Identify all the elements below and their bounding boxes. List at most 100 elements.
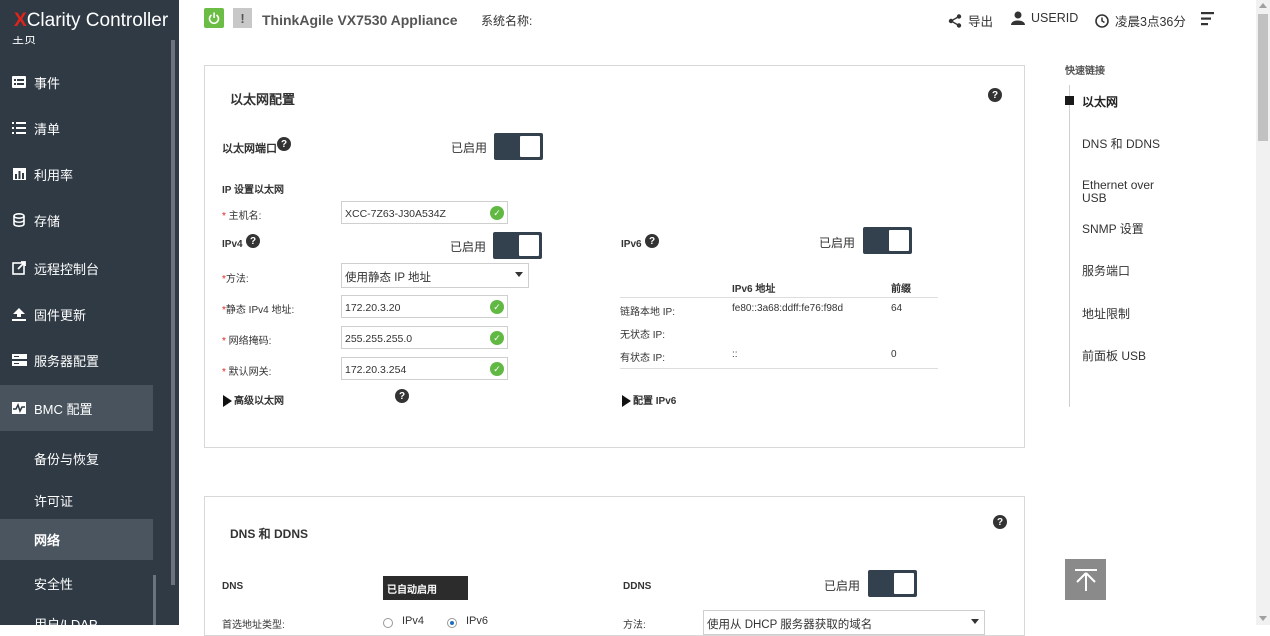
scroll-up-arrow-icon[interactable] [1259,3,1267,8]
sidebar-item-label: 利用率 [34,167,74,183]
hostname-field[interactable]: XCC-7Z63-J30A534Z ✓ [341,201,508,224]
main-content: 以太网配置 ? 以太网端口 ? 已启用 IP 设置以太网 * 主机名: XCC-… [179,40,1256,636]
ipv4-label: IPv4 [222,239,243,250]
arrow-up-icon [1074,568,1097,591]
events-icon [11,76,27,88]
valid-check-icon: ✓ [490,331,504,345]
scroll-down-arrow-icon[interactable] [1259,616,1267,621]
netmask-field[interactable]: 255.255.255.0 ✓ [341,326,508,349]
ddns-toggle[interactable] [868,570,917,597]
sidebar-divider [153,575,156,625]
sidebar: XClarity Controller 主页 事件 清单 利用率 存储 远程控制… [0,0,179,625]
help-icon[interactable]: ? [645,234,659,248]
sidebar-subitem-user-ldap[interactable]: 用户/LDAP [0,603,153,625]
table-header-prefix: 前缀 [891,284,911,295]
ddns-method-select[interactable]: 使用从 DHCP 服务器获取的域名 [703,610,985,635]
sidebar-subitem-backup-restore[interactable]: 备份与恢复 [0,438,153,479]
time-label: 凌晨3点36分 [1115,15,1186,29]
sidebar-item-label: 存储 [34,213,61,229]
warning-icon[interactable]: ! [233,8,252,28]
ethernet-port-enabled-label: 已启用 [451,141,488,155]
ethernet-port-label: 以太网端口 [222,143,277,155]
quick-links-rail [1069,85,1070,407]
share-icon [948,13,962,28]
user-menu[interactable]: USERID [1011,11,1078,25]
quicklink-address-restriction[interactable]: 地址限制 [1082,308,1130,321]
sidebar-item-events[interactable]: 事件 [0,59,153,105]
scrollbar-thumb[interactable] [1258,14,1268,141]
export-button[interactable]: 导出 [948,11,993,30]
ip-method-select[interactable]: 使用静态 IP 地址 [341,263,529,288]
table-row: 无状态 IP: [620,330,666,341]
ipv6-toggle[interactable] [863,227,912,254]
advanced-ethernet-expander[interactable]: 高级以太网 [223,392,284,408]
quicklink-front-panel-usb[interactable]: 前面板 USB [1082,350,1146,363]
sidebar-scrollbar[interactable] [171,40,175,585]
firmware-upload-icon [11,307,27,321]
ethernet-config-card: 以太网配置 ? 以太网端口 ? 已启用 IP 设置以太网 * 主机名: XCC-… [204,65,1025,448]
remote-console-icon [11,261,27,275]
table-row: 链路本地 IP: fe80::3a68:ddff:fe76:f98d 64 [620,303,903,318]
bmc-config-icon [11,402,27,414]
quicklink-dns-ddns[interactable]: DNS 和 DDNS [1082,138,1160,151]
page-scrollbar[interactable] [1256,0,1270,625]
ethernet-port-toggle[interactable] [494,133,543,160]
sidebar-subitem-security[interactable]: 安全性 [0,563,153,604]
valid-check-icon: ✓ [490,300,504,314]
sidebar-item-remote-console[interactable]: 远程控制台 [0,245,153,291]
back-to-top-button[interactable] [1065,559,1106,600]
preferred-address-type-label: 首选地址类型: [222,620,285,631]
table-header-ipv6-address: IPv6 地址 [732,284,776,295]
quicklink-ethernet-over-usb[interactable]: Ethernet over USB [1082,179,1162,205]
product-name: ThinkAgile VX7530 Appliance [262,12,458,28]
expand-triangle-icon [223,395,232,408]
static-ipv4-label: *静态 IPv4 地址: [222,305,295,316]
sidebar-item-label: 清单 [34,121,61,137]
sidebar-item-utilization[interactable]: 利用率 [0,151,153,197]
radio-ipv6-label: IPv6 [466,615,489,627]
static-ipv4-field[interactable]: 172.20.3.20 ✓ [341,295,508,318]
netmask-label: * 网络掩码: [222,336,272,347]
sidebar-item-home-partial[interactable]: 主页 [12,36,36,47]
quick-links-title: 快速链接 [1065,66,1105,77]
expand-triangle-icon [622,395,631,408]
chevron-down-icon [971,619,979,624]
valid-check-icon: ✓ [490,362,504,376]
system-name-label: 系统名称: [481,14,533,28]
help-icon[interactable]: ? [395,389,409,403]
sidebar-subitem-network[interactable]: 网络 [0,519,153,560]
radio-ipv4[interactable] [383,618,393,628]
sidebar-subitem-license[interactable]: 许可证 [0,480,153,521]
dns-ddns-card: DNS 和 DDNS ? DNS 已自动启用 DDNS 已启用 首选地址类型: … [204,496,1025,636]
active-marker [1065,96,1074,105]
sidebar-item-label: 事件 [34,75,61,91]
ipv4-toggle[interactable] [493,232,542,259]
sidebar-item-inventory[interactable]: 清单 [0,105,153,151]
help-icon[interactable]: ? [246,234,260,248]
sidebar-item-firmware-update[interactable]: 固件更新 [0,291,153,337]
server-config-icon [11,354,27,366]
ethernet-config-title: 以太网配置 [230,92,296,107]
main-menu-button[interactable] [1201,12,1220,26]
sidebar-item-storage[interactable]: 存储 [0,197,153,243]
gateway-field[interactable]: 172.20.3.254 ✓ [341,357,508,380]
list-icon [11,122,27,134]
help-icon[interactable]: ? [993,515,1007,529]
radio-ipv6[interactable] [447,618,457,628]
dns-auto-enabled-badge: 已自动启用 [383,576,468,600]
quicklink-service-port[interactable]: 服务端口 [1082,265,1130,278]
power-status-icon[interactable] [204,8,224,28]
quicklink-ethernet[interactable]: 以太网 [1082,96,1118,109]
sidebar-item-server-config[interactable]: 服务器配置 [0,337,153,383]
help-icon[interactable]: ? [988,88,1002,102]
sidebar-item-bmc-config[interactable]: BMC 配置 [0,385,153,431]
app-logo[interactable]: XClarity Controller [14,10,168,32]
user-name: USERID [1031,11,1079,25]
sidebar-item-label: 服务器配置 [34,353,100,369]
configure-ipv6-expander[interactable]: 配置 IPv6 [622,392,676,408]
dns-label: DNS [222,581,244,592]
top-bar: ! ThinkAgile VX7530 Appliance 系统名称: 导出 U… [179,0,1256,40]
quicklink-snmp[interactable]: SNMP 设置 [1082,223,1144,236]
dns-ddns-title: DNS 和 DDNS [230,527,309,541]
help-icon[interactable]: ? [277,137,291,151]
